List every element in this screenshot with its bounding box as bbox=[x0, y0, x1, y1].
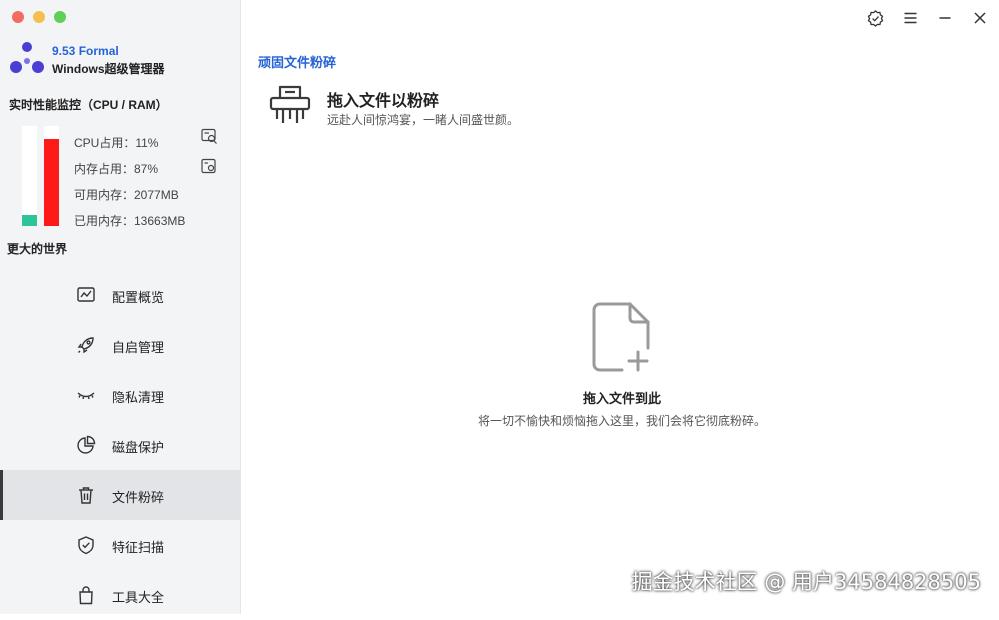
trash-icon bbox=[79, 487, 93, 504]
minimize-button[interactable] bbox=[936, 9, 954, 27]
app-name: Windows超级管理器 bbox=[52, 62, 165, 76]
available-memory-text: 可用内存：2077MB bbox=[74, 188, 179, 202]
close-button[interactable] bbox=[971, 9, 989, 27]
chart-icon bbox=[77, 287, 95, 302]
cpu-usage-text: CPU占用：11% bbox=[74, 136, 159, 150]
nav-item-privacy-clean[interactable]: 隐私清理 bbox=[0, 370, 240, 420]
drop-zone-subtitle: 将一切不愉快和烦恼拖入这里，我们会将它彻底粉碎。 bbox=[477, 414, 766, 428]
nav-item-label: 磁盘保护 bbox=[112, 440, 165, 455]
maximize-window-button[interactable] bbox=[54, 11, 66, 23]
cpu-usage-fill bbox=[22, 215, 37, 226]
title-bar-controls bbox=[866, 9, 989, 27]
nav-item-label: 配置概览 bbox=[112, 290, 165, 305]
nav-item-label: 文件粉碎 bbox=[112, 490, 165, 505]
nav-item-disk-protect[interactable]: 磁盘保护 bbox=[0, 420, 240, 470]
shield-icon bbox=[78, 536, 94, 555]
nav-item-label: 隐私清理 bbox=[112, 390, 165, 405]
feature-title: 拖入文件以粉碎 bbox=[327, 93, 440, 110]
file-drop-zone[interactable]: 拖入文件到此 将一切不愉快和烦恼拖入这里，我们会将它彻底粉碎。 bbox=[262, 290, 982, 440]
pie-chart-icon bbox=[77, 435, 96, 454]
drop-zone-title: 拖入文件到此 bbox=[582, 391, 661, 406]
monitor-search-icon[interactable] bbox=[201, 128, 218, 145]
window-controls bbox=[12, 11, 66, 23]
rocket-icon bbox=[77, 337, 94, 354]
watermark: 掘金技术社区 @ 用户34584828505 bbox=[631, 570, 981, 594]
menu-icon bbox=[904, 12, 916, 24]
nav-item-label: 工具大全 bbox=[112, 590, 165, 605]
nav-item-startup[interactable]: 自启管理 bbox=[0, 320, 240, 370]
verified-badge-icon bbox=[867, 9, 883, 27]
cpu-usage-bar bbox=[22, 126, 37, 226]
nav-item-config-overview[interactable]: 配置概览 bbox=[0, 270, 240, 320]
verified-badge-button[interactable] bbox=[866, 9, 884, 27]
minimize-icon bbox=[939, 17, 951, 19]
close-window-button[interactable] bbox=[12, 11, 24, 23]
minimize-window-button[interactable] bbox=[33, 11, 45, 23]
sidebar: 9.53 Formal Windows超级管理器 实时性能监控（CPU / RA… bbox=[0, 0, 241, 614]
nav-item-toolbox[interactable]: 工具大全 bbox=[0, 570, 240, 620]
monitor-title: 实时性能监控（CPU / RAM） bbox=[9, 98, 168, 112]
memory-usage-bar bbox=[44, 126, 59, 226]
slogan: 更大的世界 bbox=[7, 242, 68, 256]
monitor-settings-icon[interactable] bbox=[201, 158, 218, 175]
nav-item-file-shred[interactable]: 文件粉碎 bbox=[0, 470, 240, 520]
app-version: 9.53 Formal bbox=[52, 44, 119, 58]
add-file-icon bbox=[592, 302, 650, 372]
menu-button[interactable] bbox=[901, 9, 919, 27]
feature-subtitle: 远赴人间惊鸿宴，一睹人间盛世颜。 bbox=[327, 113, 520, 127]
bag-icon bbox=[79, 586, 93, 605]
app-logo-icon bbox=[10, 42, 44, 73]
nav-item-label: 自启管理 bbox=[112, 340, 165, 355]
closed-eye-icon bbox=[77, 392, 95, 400]
used-memory-text: 已用内存：13663MB bbox=[74, 214, 186, 228]
shredder-icon bbox=[269, 85, 311, 123]
memory-usage-text: 内存占用：87% bbox=[74, 162, 159, 176]
nav-item-feature-scan[interactable]: 特征扫描 bbox=[0, 520, 240, 570]
nav-item-label: 特征扫描 bbox=[112, 540, 165, 555]
memory-usage-fill bbox=[44, 139, 59, 226]
section-title: 顽固文件粉碎 bbox=[258, 55, 337, 70]
close-icon bbox=[974, 12, 986, 24]
